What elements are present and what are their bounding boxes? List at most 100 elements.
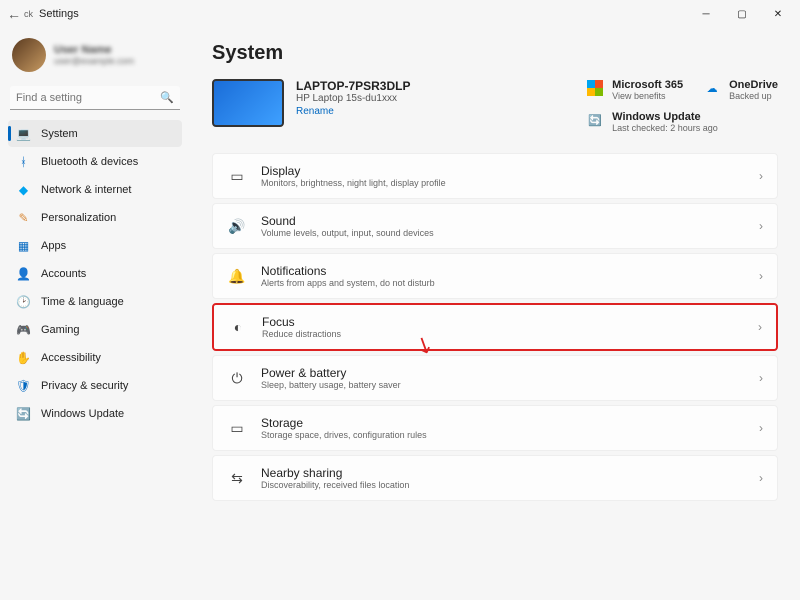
row-title: Power & battery (261, 366, 745, 380)
chevron-right-icon: › (759, 269, 763, 283)
update-title: Windows Update (612, 111, 718, 123)
nav-update[interactable]: 🔄 Windows Update (8, 400, 182, 427)
user-block[interactable]: User Name user@example.com (8, 34, 182, 82)
nav-label: Personalization (41, 212, 116, 224)
nav-personalization[interactable]: ✎ Personalization (8, 204, 182, 231)
nav-network[interactable]: ◆ Network & internet (8, 176, 182, 203)
nav-accounts-icon: 👤 (16, 266, 31, 281)
nav-label: Windows Update (41, 408, 124, 420)
back-label: ck (24, 9, 33, 19)
nav-time[interactable]: 🕑 Time & language (8, 288, 182, 315)
onedrive-icon: ☁ (703, 79, 721, 97)
row-title: Sound (261, 214, 745, 228)
maximize-button[interactable]: ▢ (724, 0, 760, 28)
nav-apps-icon: ▦ (16, 238, 31, 253)
row-notifications-icon: 🔔 (227, 268, 247, 285)
m365-sub: View benefits (612, 91, 683, 101)
chevron-right-icon: › (759, 421, 763, 435)
chevron-right-icon: › (759, 219, 763, 233)
sidebar: User Name user@example.com 🔍 💻 System ᚼ Blu… (0, 28, 190, 600)
close-button[interactable]: ✕ (760, 0, 796, 28)
nav-system-icon: 💻 (16, 126, 31, 141)
avatar (12, 38, 46, 72)
row-storage-icon: ▭ (227, 420, 247, 437)
nav-label: Accessibility (41, 352, 101, 364)
nav-privacy-icon: 🛡 (16, 378, 31, 393)
search-icon: 🔍 (160, 91, 174, 104)
ms365-icon (586, 79, 604, 97)
nav-system[interactable]: 💻 System (8, 120, 182, 147)
device-thumbnail (212, 79, 284, 127)
row-sub: Discoverability, received files location (261, 480, 745, 490)
nav-label: Network & internet (41, 184, 131, 196)
row-sound[interactable]: 🔊 SoundVolume levels, output, input, soun… (212, 203, 778, 249)
row-sub: Alerts from apps and system, do not dist… (261, 278, 745, 288)
update-sub: Last checked: 2 hours ago (612, 123, 718, 133)
row-sub: Reduce distractions (262, 329, 744, 339)
nav-privacy[interactable]: 🛡Privacy & security (8, 372, 182, 399)
user-name: User Name (54, 44, 134, 56)
device-card[interactable]: LAPTOP-7PSR3DLP HP Laptop 15s-du1xxx Ren… (212, 79, 410, 127)
row-display[interactable]: ▭ DisplayMonitors, brightness, night ligh… (212, 153, 778, 199)
onedrive-sub: Backed up (729, 91, 778, 101)
row-power-icon: ⏻ (227, 370, 247, 387)
row-title: Nearby sharing (261, 466, 745, 480)
row-focus-icon: ◐ (228, 319, 248, 335)
window-title: Settings (39, 8, 79, 20)
nav-label: Bluetooth & devices (41, 156, 138, 168)
nav-update-icon: 🔄 (16, 406, 31, 421)
chevron-right-icon: › (758, 320, 762, 334)
row-display-icon: ▭ (227, 168, 247, 185)
service-update[interactable]: 🔄 Windows Update Last checked: 2 hours a… (586, 111, 778, 133)
service-m365[interactable]: Microsoft 365 View benefits (586, 79, 683, 101)
row-sound-icon: 🔊 (227, 218, 247, 235)
nav-label: System (41, 128, 78, 140)
search-box[interactable]: 🔍 (10, 86, 180, 110)
nav-personalization-icon: ✎ (16, 210, 31, 225)
row-sub: Volume levels, output, input, sound devi… (261, 228, 745, 238)
row-sub: Sleep, battery usage, battery saver (261, 380, 745, 390)
chevron-right-icon: › (759, 471, 763, 485)
nav-apps[interactable]: ▦ Apps (8, 232, 182, 259)
nav-label: Accounts (41, 268, 86, 280)
nav-accessibility[interactable]: ✋ Accessibility (8, 344, 182, 371)
chevron-right-icon: › (759, 371, 763, 385)
row-storage[interactable]: ▭ StorageStorage space, drives, configura… (212, 405, 778, 451)
row-sub: Storage space, drives, configuration rul… (261, 430, 745, 440)
nav-accessibility-icon: ✋ (16, 350, 31, 365)
nav-bluetooth[interactable]: ᚼ Bluetooth & devices (8, 148, 182, 175)
nav-label: Gaming (41, 324, 80, 336)
back-button[interactable]: ← (4, 4, 24, 24)
chevron-right-icon: › (759, 169, 763, 183)
row-nearby[interactable]: ⇆ Nearby sharingDiscoverability, received… (212, 455, 778, 501)
nav-label: Time & language (41, 296, 124, 308)
nav-bluetooth-icon: ᚼ (16, 154, 31, 169)
onedrive-title: OneDrive (729, 79, 778, 91)
row-power[interactable]: ⏻ Power & batterySleep, battery usage, ba… (212, 355, 778, 401)
row-nearby-icon: ⇆ (227, 470, 247, 487)
device-name: LAPTOP-7PSR3DLP (296, 79, 410, 93)
main-content: System LAPTOP-7PSR3DLP HP Laptop 15s-du1… (190, 28, 800, 600)
nav-gaming[interactable]: 🎮 Gaming (8, 316, 182, 343)
update-icon: 🔄 (586, 111, 604, 129)
nav-network-icon: ◆ (16, 182, 31, 197)
device-model: HP Laptop 15s-du1xxx (296, 93, 410, 104)
page-title: System (212, 42, 778, 65)
minimize-button[interactable]: ─ (688, 0, 724, 28)
search-input[interactable] (16, 92, 160, 104)
rename-link[interactable]: Rename (296, 106, 410, 117)
service-onedrive[interactable]: ☁ OneDrive Backed up (703, 79, 778, 101)
row-title: Notifications (261, 264, 745, 278)
title-bar: ← ck Settings ─ ▢ ✕ (0, 0, 800, 28)
row-title: Display (261, 164, 745, 178)
user-email: user@example.com (54, 56, 134, 66)
nav-gaming-icon: 🎮 (16, 322, 31, 337)
nav-label: Apps (41, 240, 66, 252)
row-title: Storage (261, 416, 745, 430)
nav-accounts[interactable]: 👤 Accounts (8, 260, 182, 287)
m365-title: Microsoft 365 (612, 79, 683, 91)
row-sub: Monitors, brightness, night light, displ… (261, 178, 745, 188)
row-focus[interactable]: ◐FocusReduce distractions› (212, 303, 778, 351)
nav-time-icon: 🕑 (16, 294, 31, 309)
row-notifications[interactable]: 🔔 NotificationsAlerts from apps and syste… (212, 253, 778, 299)
